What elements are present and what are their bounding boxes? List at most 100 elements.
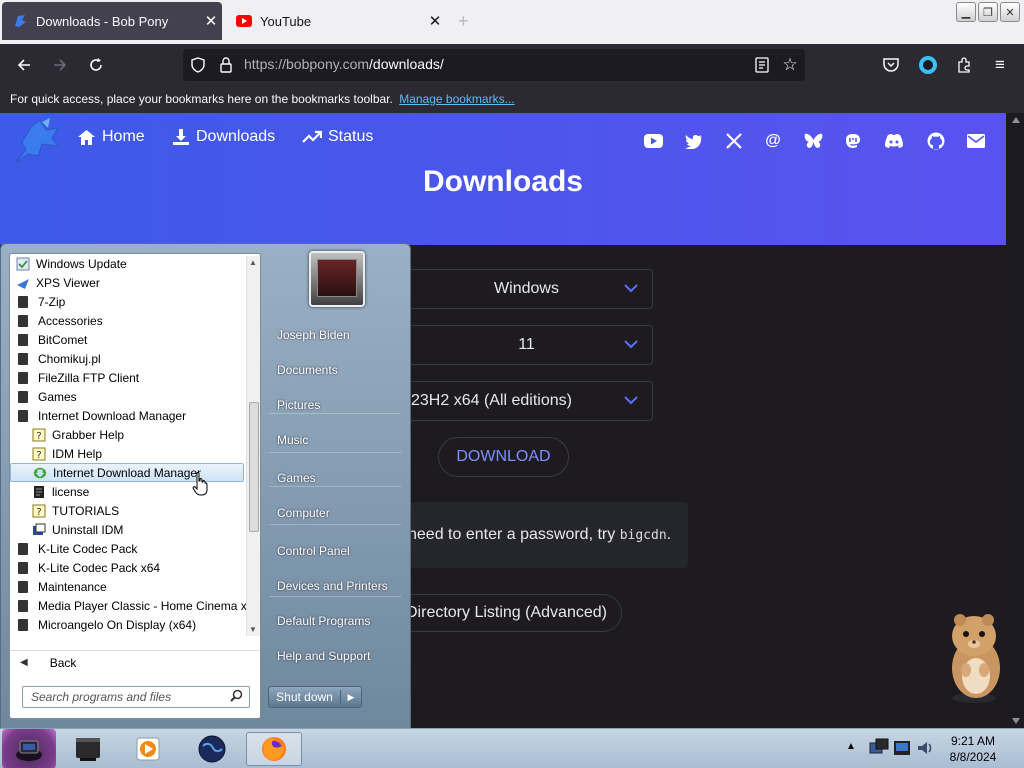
globe-icon[interactable] <box>184 732 240 766</box>
trend-icon <box>302 130 322 143</box>
tab-downloads-bob-pony[interactable]: Downloads - Bob Pony ✕ <box>2 2 222 40</box>
close-window-icon[interactable]: ✕ <box>1000 2 1020 22</box>
discord-icon[interactable] <box>884 131 904 151</box>
program-item[interactable]: Uninstall IDM <box>10 520 246 539</box>
github-icon[interactable] <box>926 131 946 151</box>
start-menu-link[interactable]: Devices and Printers <box>277 579 388 593</box>
show-hidden-icons-arrow-icon[interactable]: ▲ <box>846 741 856 752</box>
manage-bookmarks-link[interactable]: Manage bookmarks... <box>399 92 514 106</box>
site-header: Home Downloads Status @ Downloads <box>0 113 1006 245</box>
program-item[interactable]: Windows Update <box>10 254 246 273</box>
program-item[interactable]: Games <box>10 387 246 406</box>
reader-view-icon[interactable] <box>751 54 773 76</box>
folder-icon <box>18 561 28 574</box>
minimize-icon[interactable]: ▁ <box>956 2 976 22</box>
nav-downloads[interactable]: Downloads <box>172 128 275 146</box>
program-item[interactable]: Internet Download Manager <box>10 406 246 425</box>
folder-icon <box>18 390 28 403</box>
bobpony-logo-icon[interactable] <box>12 116 64 168</box>
os-select[interactable]: Windows <box>400 269 653 309</box>
scroll-down-icon[interactable]: ▼ <box>249 625 257 634</box>
chevron-down-icon <box>624 280 638 296</box>
back-label: Back <box>49 655 77 670</box>
start-menu-link[interactable]: Joseph Biden <box>277 328 350 342</box>
page-scrollbar[interactable] <box>1008 113 1024 728</box>
nav-home[interactable]: Home <box>77 128 145 146</box>
url-bar[interactable]: https://bobpony.com/downloads/ ☆ <box>183 49 805 81</box>
menu-hamburger-icon[interactable]: ≡ <box>989 54 1011 76</box>
mastodon-icon[interactable] <box>843 131 863 151</box>
program-item[interactable]: Maintenance <box>10 577 246 596</box>
url-text[interactable]: https://bobpony.com/downloads/ <box>244 56 444 72</box>
shut-down-options-arrow-icon[interactable]: ▶ <box>341 692 361 703</box>
x-icon[interactable] <box>724 131 744 151</box>
tab-close-icon[interactable]: ✕ <box>424 12 446 30</box>
program-item[interactable]: ? Grabber Help <box>10 425 246 444</box>
bluesky-icon[interactable] <box>803 131 823 151</box>
idm-tray-icon[interactable] <box>892 737 912 759</box>
back-arrow-icon[interactable] <box>13 54 35 76</box>
url-base: https://bobpony.com <box>244 56 370 72</box>
reload-icon[interactable] <box>85 54 107 76</box>
media-player-icon[interactable] <box>120 732 176 766</box>
directory-listing-button[interactable]: Directory Listing (Advanced) <box>400 594 622 632</box>
start-menu-link[interactable]: Computer <box>277 506 330 520</box>
search-placeholder: Search programs and files <box>31 690 172 704</box>
start-menu-link[interactable]: Music <box>277 433 308 447</box>
back-button[interactable]: ◀ Back <box>10 650 260 674</box>
program-item[interactable]: Accessories <box>10 311 246 330</box>
start-menu-link[interactable]: Pictures <box>277 398 320 412</box>
program-item[interactable]: ? IDM Help <box>10 444 246 463</box>
start-menu-link[interactable]: Documents <box>277 363 338 377</box>
start-menu-link[interactable]: Control Panel <box>277 544 350 558</box>
scroll-up-icon[interactable]: ▲ <box>249 258 257 267</box>
account-icon[interactable] <box>917 54 939 76</box>
shut-down-button[interactable]: Shut down ▶ <box>268 686 362 708</box>
volume-icon[interactable] <box>916 739 934 757</box>
start-menu-link[interactable]: Help and Support <box>277 649 370 663</box>
tab-close-icon[interactable]: ✕ <box>200 12 222 30</box>
program-item[interactable]: Microangelo On Display (x64) <box>10 615 246 634</box>
program-item[interactable]: Chomikuj.pl <box>10 349 246 368</box>
start-menu-link[interactable]: Default Programs <box>277 614 370 628</box>
programs-scrollbar[interactable]: ▲ ▼ <box>246 256 260 636</box>
youtube-icon[interactable] <box>643 131 663 151</box>
extensions-icon[interactable] <box>953 54 975 76</box>
program-item[interactable]: FileZilla FTP Client <box>10 368 246 387</box>
program-item[interactable]: license <box>10 482 246 501</box>
build-select[interactable]: 23H2 x64 (All editions) <box>400 381 653 421</box>
media-center-icon[interactable] <box>60 732 116 766</box>
threads-icon[interactable]: @ <box>763 131 783 151</box>
version-select[interactable]: 11 <box>400 325 653 365</box>
program-item[interactable]: K-Lite Codec Pack x64 <box>10 558 246 577</box>
search-programs-input[interactable]: Search programs and files <box>22 686 250 708</box>
pocket-icon[interactable] <box>880 54 902 76</box>
firefox-icon[interactable] <box>246 732 302 766</box>
program-item[interactable]: Media Player Classic - Home Cinema x64 <box>10 596 246 615</box>
program-label: BitComet <box>38 332 88 347</box>
nav-status[interactable]: Status <box>302 128 373 146</box>
search-icon[interactable] <box>230 689 243 705</box>
start-orb[interactable] <box>2 729 56 768</box>
mail-icon[interactable] <box>966 131 986 151</box>
forward-arrow-icon[interactable] <box>49 54 71 76</box>
scrollbar-thumb[interactable] <box>249 402 259 532</box>
taskbar-clock[interactable]: 9:21 AM 8/8/2024 <box>940 733 1006 765</box>
start-menu-link[interactable]: Games <box>277 471 316 485</box>
bookmark-star-icon[interactable]: ☆ <box>779 54 801 76</box>
program-item[interactable]: XPS Viewer <box>10 273 246 292</box>
twitter-icon[interactable] <box>684 131 704 151</box>
shield-icon[interactable] <box>187 54 209 76</box>
new-tab-icon[interactable]: + <box>458 11 469 32</box>
program-item[interactable]: 7-Zip <box>10 292 246 311</box>
restore-icon[interactable]: ❐ <box>978 2 998 22</box>
program-item[interactable]: BitComet <box>10 330 246 349</box>
lock-icon[interactable] <box>215 54 237 76</box>
program-item[interactable]: ? TUTORIALS <box>10 501 246 520</box>
program-item[interactable]: Internet Download Manager <box>10 463 244 482</box>
user-avatar[interactable] <box>309 251 365 307</box>
tab-youtube[interactable]: YouTube ✕ <box>226 2 446 40</box>
network-icon[interactable] <box>868 737 890 759</box>
program-item[interactable]: K-Lite Codec Pack <box>10 539 246 558</box>
download-button[interactable]: DOWNLOAD <box>438 437 569 477</box>
